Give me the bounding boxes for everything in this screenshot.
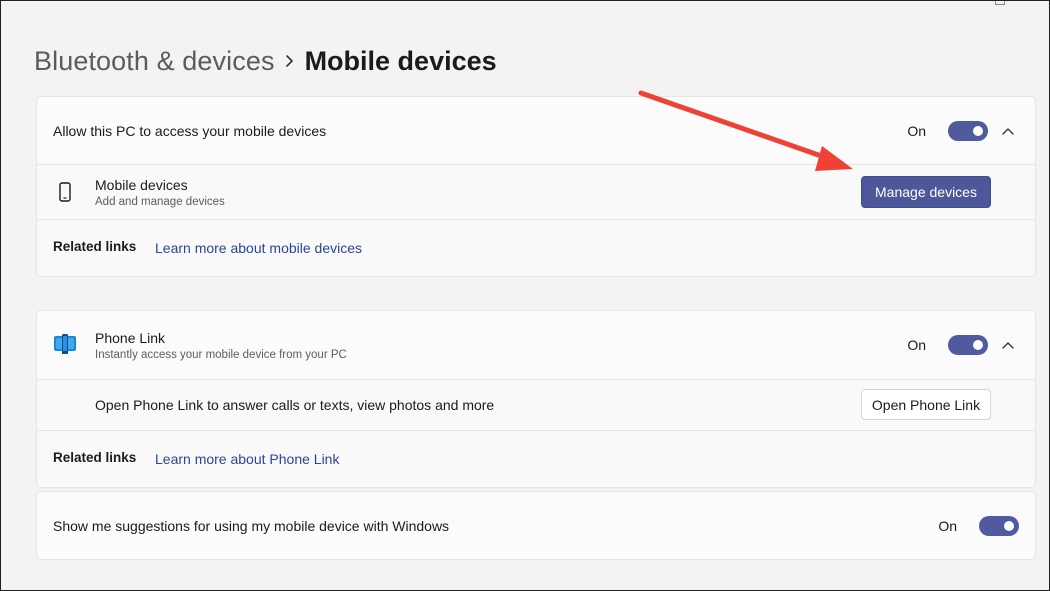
related-links-label: Related links: [53, 239, 137, 254]
phone-link-desc: Instantly access your mobile device from…: [95, 349, 347, 361]
toggle-knob: [1004, 520, 1014, 531]
allow-access-label: Allow this PC to access your mobile devi…: [53, 122, 327, 139]
allow-access-row[interactable]: Allow this PC to access your mobile devi…: [37, 97, 1035, 165]
mobile-devices-desc: Add and manage devices: [95, 196, 225, 208]
mobile-devices-row: Mobile devices Add and manage devices Ma…: [37, 165, 1035, 220]
allow-access-toggle[interactable]: [948, 120, 988, 141]
toggle-knob: [973, 125, 983, 136]
phone-link-card: Phone Link Instantly access your mobile …: [36, 310, 1036, 488]
related-links-row: Related links Learn more about Phone Lin…: [37, 431, 1035, 487]
learn-more-phone-link-link[interactable]: Learn more about Phone Link: [155, 451, 339, 467]
phone-link-row[interactable]: Phone Link Instantly access your mobile …: [37, 311, 1035, 380]
window-restore-icon[interactable]: [995, 1, 1005, 5]
chevron-up-icon[interactable]: [1001, 124, 1015, 138]
phone-link-title: Phone Link: [95, 330, 166, 346]
toggle-state-label: On: [907, 122, 926, 139]
mobile-devices-card: Allow this PC to access your mobile devi…: [36, 96, 1036, 277]
toggle-knob: [973, 340, 983, 350]
chevron-right-icon: [275, 54, 305, 68]
breadcrumb: Bluetooth & devices Mobile devices: [34, 41, 497, 81]
phone-icon: [57, 181, 73, 203]
suggestions-card: Show me suggestions for using my mobile …: [36, 491, 1036, 560]
related-links-label: Related links: [53, 450, 137, 465]
learn-more-mobile-link[interactable]: Learn more about mobile devices: [155, 240, 362, 256]
open-phone-link-label: Open Phone Link to answer calls or texts…: [95, 397, 495, 413]
phone-link-app-icon: [53, 333, 77, 357]
toggle-state-label: On: [907, 337, 926, 353]
page-title: Mobile devices: [304, 45, 497, 76]
breadcrumb-parent[interactable]: Bluetooth & devices: [34, 46, 275, 77]
suggestions-row[interactable]: Show me suggestions for using my mobile …: [37, 492, 1035, 559]
related-links-row: Related links Learn more about mobile de…: [37, 220, 1035, 276]
manage-devices-button[interactable]: Manage devices: [861, 176, 991, 208]
open-phone-link-button[interactable]: Open Phone Link: [861, 389, 991, 420]
open-phone-link-row: Open Phone Link to answer calls or texts…: [37, 380, 1035, 431]
suggestions-label: Show me suggestions for using my mobile …: [53, 517, 450, 534]
suggestions-toggle[interactable]: [979, 515, 1019, 536]
chevron-up-icon[interactable]: [1001, 338, 1015, 352]
phone-link-toggle[interactable]: [948, 335, 988, 355]
mobile-devices-title: Mobile devices: [95, 177, 188, 193]
toggle-state-label: On: [938, 517, 957, 534]
